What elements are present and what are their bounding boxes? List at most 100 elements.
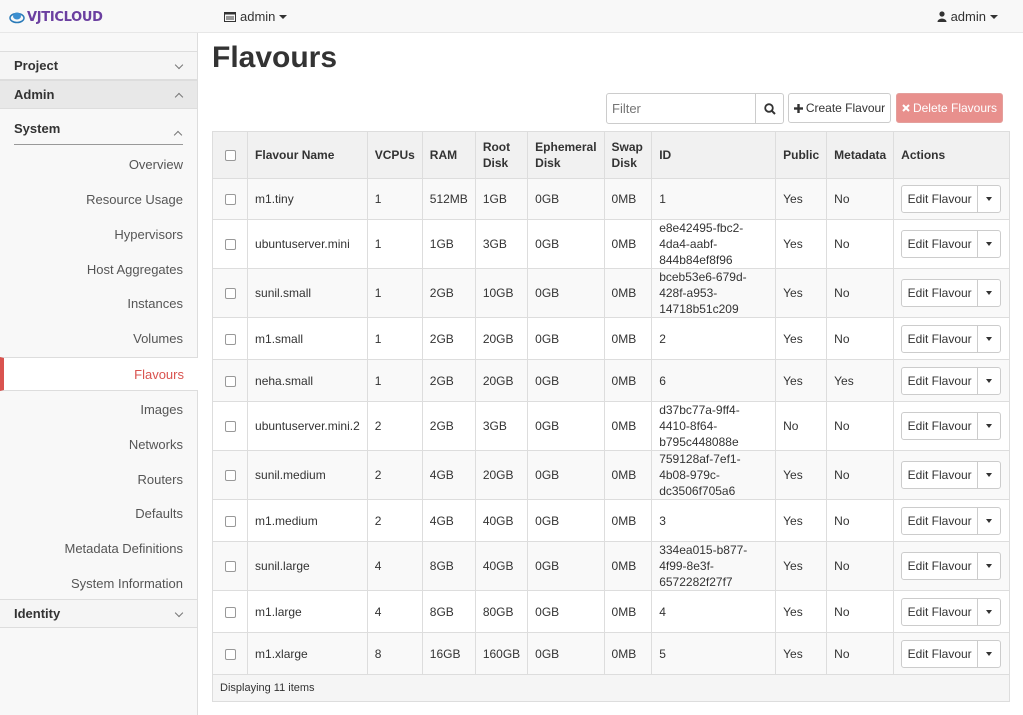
cell-meta[interactable]: No (826, 178, 894, 220)
chevron-down-icon (986, 242, 993, 246)
edit-flavour-button[interactable]: Edit Flavour (902, 325, 979, 352)
row-actions-dropdown-toggle[interactable] (978, 462, 1000, 488)
row-checkbox[interactable] (225, 470, 236, 482)
sidebar-item-flavours[interactable]: Flavours (0, 357, 198, 391)
column-header[interactable]: RAM (421, 131, 476, 179)
row-actions-dropdown-toggle[interactable] (978, 508, 1000, 534)
edit-flavour-button[interactable]: Edit Flavour (902, 413, 979, 439)
cell-name[interactable]: sunil.medium (247, 450, 368, 500)
row-actions-dropdown-toggle[interactable] (978, 599, 1000, 625)
delete-flavours-button[interactable]: Delete Flavours (896, 93, 1003, 123)
sidebar-section-admin[interactable]: Admin (0, 80, 197, 109)
sidebar-item-defaults[interactable]: Defaults (135, 506, 183, 521)
cell-meta[interactable]: No (826, 317, 894, 360)
row-actions-cell: Edit Flavour (893, 219, 1010, 269)
sidebar-section-identity[interactable]: Identity (0, 599, 197, 628)
row-actions-dropdown-toggle[interactable] (978, 231, 1000, 257)
cell-name[interactable]: ubuntuserver.mini.2 (247, 401, 368, 451)
table-footer-row: Displaying 11 items (212, 674, 1010, 702)
cell-meta[interactable]: No (826, 219, 894, 269)
row-checkbox[interactable] (225, 375, 236, 387)
cell-name[interactable]: m1.small (247, 317, 368, 360)
cell-name[interactable]: m1.xlarge (247, 632, 368, 675)
edit-flavour-button[interactable]: Edit Flavour (902, 186, 979, 212)
row-checkbox[interactable] (225, 421, 236, 433)
cell-name[interactable]: m1.large (247, 590, 368, 633)
row-checkbox[interactable] (225, 194, 236, 206)
edit-flavour-button[interactable]: Edit Flavour (902, 598, 979, 625)
column-header[interactable]: Swap Disk (603, 131, 652, 179)
cell-swap: 0MB (603, 219, 652, 269)
cell-eph: 0GB (527, 359, 605, 402)
row-actions-cell: Edit Flavour (893, 632, 1010, 675)
cell-name[interactable]: ubuntuserver.mini (247, 219, 368, 269)
cell-name[interactable]: m1.medium (247, 499, 368, 542)
filter-search-button[interactable] (755, 94, 783, 123)
edit-flavour-button[interactable]: Edit Flavour (902, 640, 979, 667)
sidebar-item-instances[interactable]: Instances (127, 296, 183, 311)
sidebar-item-routers[interactable]: Routers (137, 472, 183, 487)
cell-meta[interactable]: Yes (826, 359, 894, 402)
sidebar-item-host-aggregates[interactable]: Host Aggregates (87, 262, 183, 277)
cell-public: Yes (775, 499, 827, 542)
row-actions-dropdown-toggle[interactable] (978, 553, 1000, 579)
row-checkbox[interactable] (225, 515, 236, 527)
cell-name[interactable]: sunil.large (247, 541, 368, 591)
user-dropdown[interactable]: admin (937, 9, 998, 24)
edit-flavour-button[interactable]: Edit Flavour (902, 462, 979, 488)
sidebar-item-networks[interactable]: Networks (129, 437, 183, 452)
cell-meta[interactable]: No (826, 541, 894, 591)
row-checkbox[interactable] (225, 648, 236, 660)
sidebar-item-resource-usage[interactable]: Resource Usage (86, 192, 183, 207)
row-actions-dropdown-toggle[interactable] (978, 280, 1000, 306)
column-header[interactable]: Flavour Name (247, 131, 368, 179)
row-actions-dropdown-toggle[interactable] (978, 641, 1000, 667)
column-header[interactable]: ID (651, 131, 776, 179)
row-actions-dropdown-toggle[interactable] (978, 368, 1000, 394)
row-checkbox[interactable] (225, 606, 236, 618)
column-header[interactable]: Public (775, 131, 827, 179)
cell-eph: 0GB (527, 541, 605, 591)
sidebar-section-project[interactable]: Project (0, 51, 197, 80)
create-flavour-button[interactable]: Create Flavour (788, 93, 891, 123)
sidebar-item-volumes[interactable]: Volumes (133, 331, 183, 346)
cell-name[interactable]: sunil.small (247, 268, 368, 318)
column-header[interactable]: VCPUs (366, 131, 423, 179)
row-checkbox[interactable] (225, 239, 236, 251)
cell-meta[interactable]: No (826, 268, 894, 318)
sidebar-item-metadata-definitions[interactable]: Metadata Definitions (64, 541, 183, 556)
row-actions-dropdown-toggle[interactable] (978, 326, 1000, 352)
edit-flavour-button[interactable]: Edit Flavour (902, 231, 979, 257)
sidebar-item-images[interactable]: Images (140, 402, 183, 417)
edit-flavour-button[interactable]: Edit Flavour (902, 367, 979, 394)
cell-meta[interactable]: No (826, 632, 894, 675)
cell-name[interactable]: m1.tiny (247, 178, 368, 220)
row-checkbox[interactable] (225, 333, 236, 345)
row-actions-dropdown-toggle[interactable] (978, 413, 1000, 439)
edit-flavour-button[interactable]: Edit Flavour (902, 507, 979, 534)
brand-logo[interactable]: VJTICLOUD (9, 8, 103, 26)
edit-flavour-button[interactable]: Edit Flavour (902, 553, 979, 579)
cell-name[interactable]: neha.small (247, 359, 368, 402)
column-header[interactable]: Ephemeral Disk (527, 131, 605, 179)
cell-meta[interactable]: No (826, 499, 894, 542)
cell-meta[interactable]: No (826, 590, 894, 633)
cell-id: 5 (651, 632, 776, 675)
sidebar-item-hypervisors[interactable]: Hypervisors (114, 227, 183, 242)
cell-meta[interactable]: No (826, 401, 894, 451)
column-header[interactable]: Root Disk (474, 131, 528, 179)
row-checkbox[interactable] (225, 561, 236, 573)
sidebar-item-overview[interactable]: Overview (129, 157, 183, 172)
select-all-checkbox[interactable] (225, 150, 236, 162)
row-actions-dropdown-toggle[interactable] (978, 186, 1000, 212)
sidebar-item-system-information[interactable]: System Information (71, 576, 183, 591)
edit-flavour-button[interactable]: Edit Flavour (902, 280, 979, 306)
table-row: m1.small 1 2GB 20GB 0GB 0MB 2 Yes No Edit Flavour (211, 317, 1010, 360)
column-header[interactable]: Metadata (826, 131, 894, 179)
project-dropdown[interactable]: admin (224, 9, 288, 24)
sidebar-group-system[interactable]: System (14, 121, 183, 145)
cell-ram: 4GB (421, 499, 476, 542)
row-checkbox[interactable] (225, 288, 236, 300)
cell-meta[interactable]: No (826, 450, 894, 500)
filter-input[interactable] (607, 94, 755, 123)
